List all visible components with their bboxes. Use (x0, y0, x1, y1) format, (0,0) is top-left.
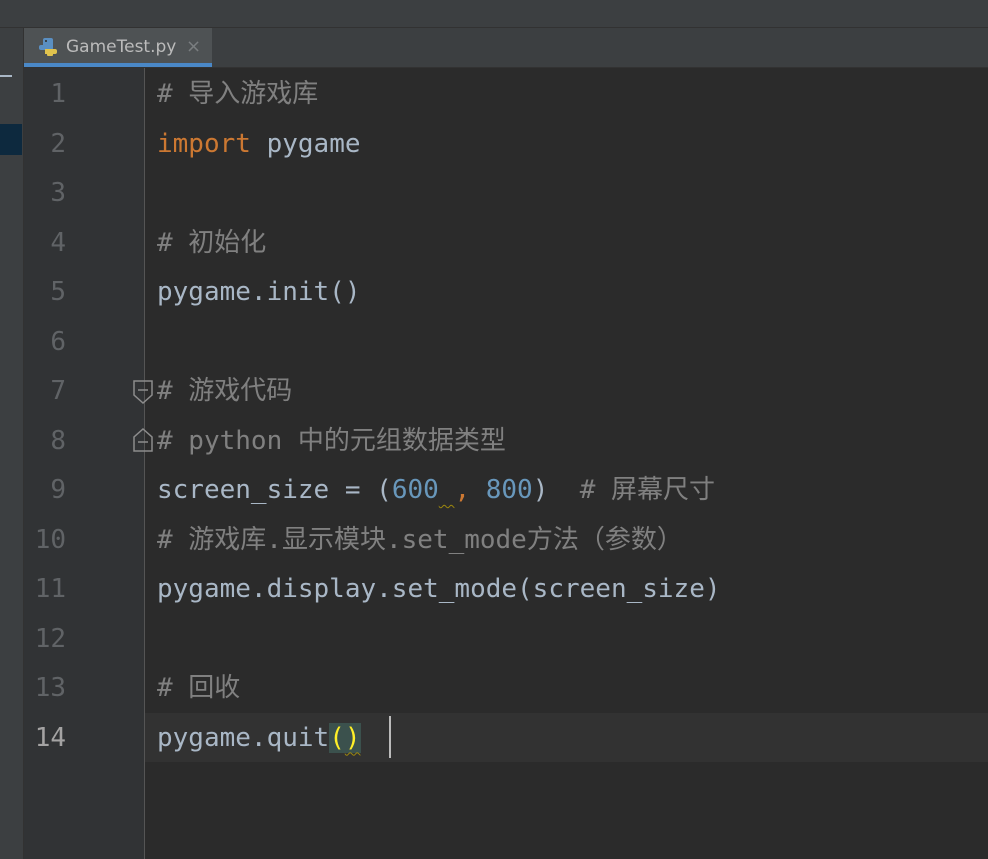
code-line[interactable]: pygame.init() (157, 268, 361, 318)
python-file-icon (39, 38, 57, 56)
code-line[interactable]: # 游戏代码 (157, 367, 292, 417)
code-token: # 屏幕尺寸 (579, 475, 715, 505)
code-line[interactable]: # python 中的元组数据类型 (157, 417, 506, 467)
code-line[interactable]: # 导入游戏库 (157, 70, 318, 120)
line-number: 7 (50, 376, 66, 406)
code-token: # 初始化 (157, 227, 267, 258)
code-line[interactable]: screen_size = (600 , 800) # 屏幕尺寸 (157, 466, 715, 516)
code-token: pygame (250, 128, 361, 159)
code-token: ) (344, 722, 361, 753)
tool-window-strip (0, 28, 24, 859)
line-number: 12 (34, 623, 66, 654)
line-number: 13 (34, 673, 66, 703)
line-number: 5 (50, 277, 66, 307)
code-token: # 回收 (157, 673, 241, 703)
line-number: 14 (34, 722, 66, 753)
text-caret (389, 716, 391, 758)
collapse-icon[interactable] (0, 75, 12, 77)
code-token: # python 中的元组数据类型 (157, 425, 506, 456)
code-token: screen_size = ( (157, 475, 392, 505)
code-token: # 游戏代码 (157, 376, 293, 406)
code-token: # 导入游戏库 (157, 79, 319, 109)
code-line[interactable]: pygame.display.set_mode(screen_size) (157, 565, 721, 615)
code-token: , (454, 475, 471, 505)
fold-end-icon[interactable] (133, 427, 153, 452)
code-token: ) (532, 475, 580, 505)
code-token: pygame.quit (157, 722, 330, 753)
line-number: 1 (50, 79, 66, 109)
code-token: ( (329, 722, 345, 753)
line-number: 11 (34, 574, 66, 604)
code-line[interactable]: import pygame (157, 120, 361, 170)
selected-tool-item[interactable] (0, 124, 22, 155)
line-number: 6 (50, 326, 66, 357)
line-number: 8 (50, 425, 66, 456)
tab-title: GameTest.py (66, 37, 177, 57)
code-token: 800 (485, 475, 533, 505)
editor-tab-bar: GameTest.py × (24, 28, 988, 68)
close-icon[interactable]: × (186, 36, 201, 57)
editor-tab-gametest[interactable]: GameTest.py × (24, 28, 212, 67)
code-token: pygame.init() (157, 277, 361, 307)
line-number: 4 (50, 227, 66, 258)
line-number: 3 (50, 178, 66, 208)
code-line[interactable]: # 回收 (157, 664, 240, 714)
title-bar-strip (0, 0, 988, 28)
code-token: 600 (391, 475, 439, 505)
line-number: 10 (34, 524, 66, 555)
code-token: import (157, 128, 251, 159)
code-line[interactable]: pygame.quit() (157, 714, 361, 764)
code-token: pygame.display.set_mode(screen_size) (157, 574, 721, 604)
line-number: 9 (50, 475, 66, 505)
code-line[interactable]: # 游戏库.显示模块.set_mode方法（参数） (157, 516, 683, 566)
code-token: # 游戏库.显示模块.set_mode方法（参数） (157, 524, 683, 555)
line-number: 2 (50, 128, 66, 159)
fold-collapse-icon[interactable] (133, 380, 153, 405)
code-line[interactable]: # 初始化 (157, 219, 266, 269)
